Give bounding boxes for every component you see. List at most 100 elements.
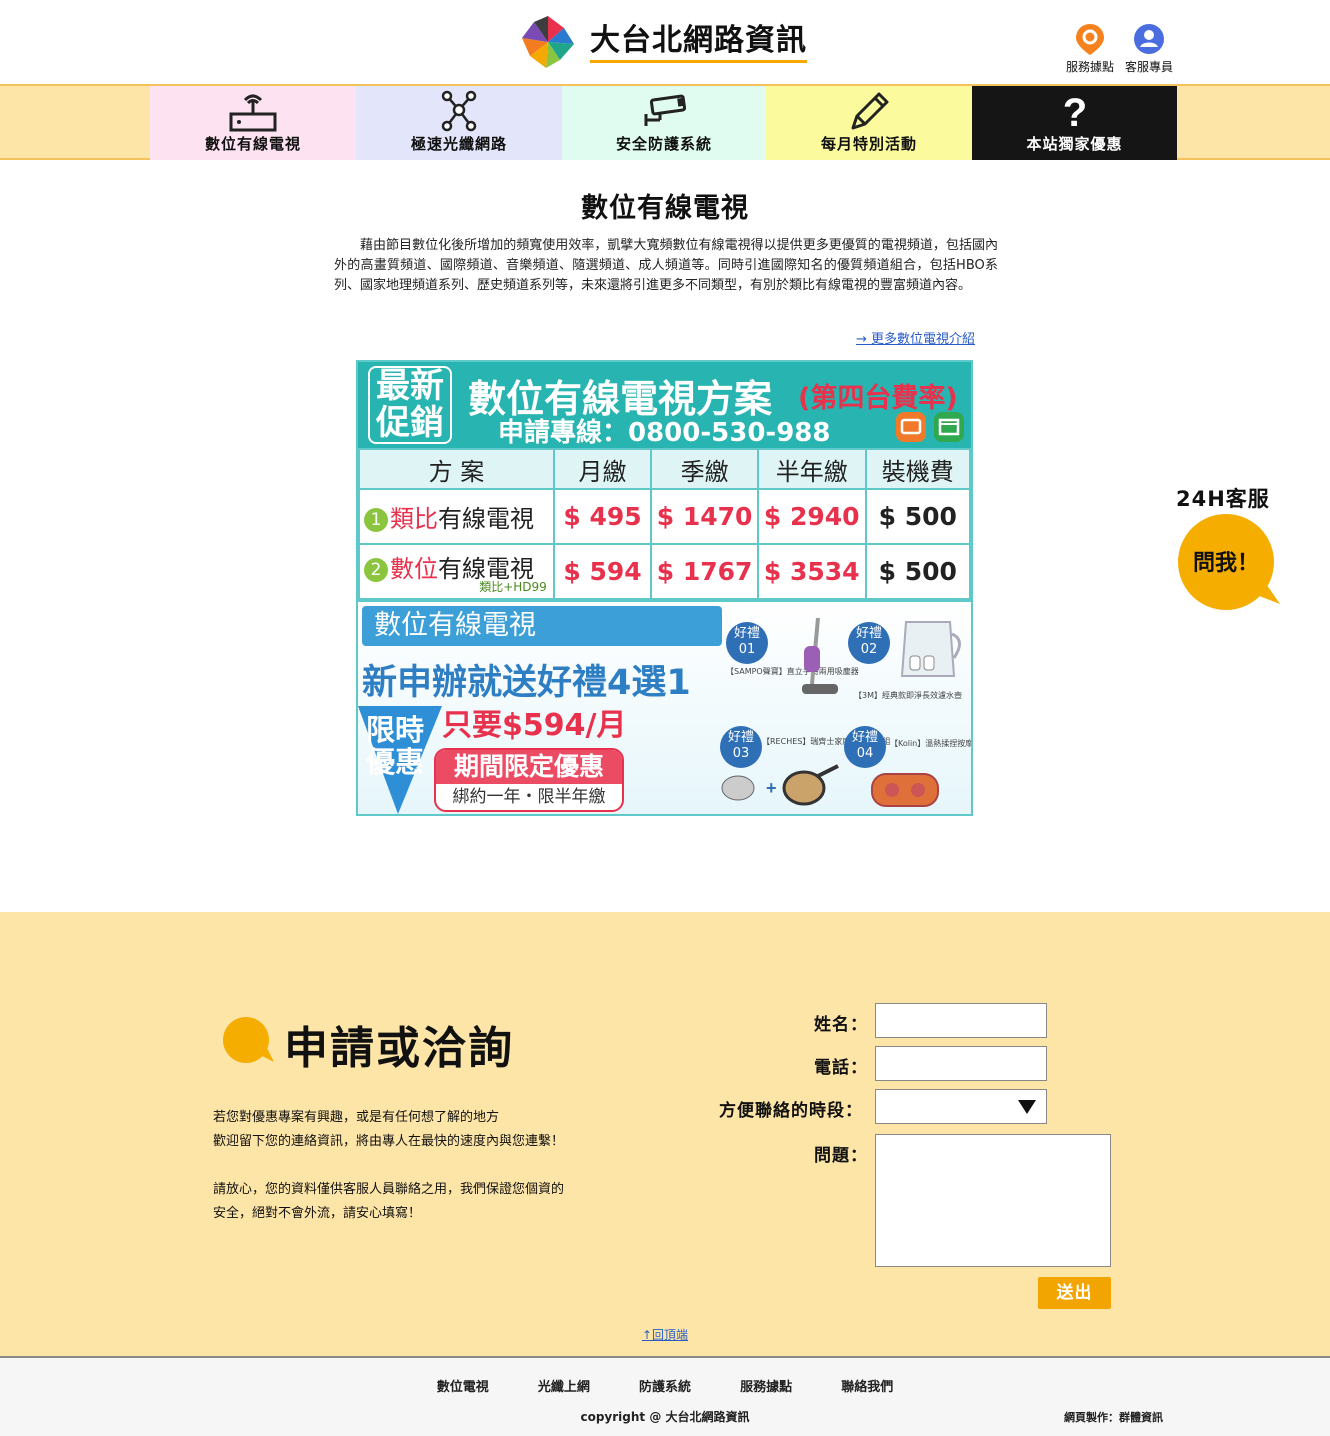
contact-time-select[interactable]: [875, 1089, 1047, 1124]
contact-paragraph: 請放心，您的資料僅供客服人員聯絡之用，我們保證您個資的 安全，絕對不會外流，請安…: [213, 1178, 564, 1226]
footer-nav: 數位電視 光纖上網 防護系統 服務據點 聯絡我們: [0, 1376, 1330, 1395]
gift-caption: 【3M】經典款即淨長效濾水壺: [854, 691, 962, 700]
footer-link-digital-tv[interactable]: 數位電視: [437, 1376, 489, 1395]
gift-badge: 好禮04: [844, 726, 886, 768]
nav-label-monthly-events: 每月特別活動: [820, 135, 917, 153]
service-locations-label: 服務據點: [1065, 60, 1114, 74]
question-icon: ?: [1062, 91, 1086, 134]
nav-item-fiber-network[interactable]: 極速光纖網路: [356, 86, 562, 160]
site-header: 大台北網路資訊 服務據點 客服專員: [0, 0, 1330, 84]
plan-name: 2 數位有線電視 類比+HD99: [358, 543, 555, 600]
price-quarterly: $ 1767: [650, 543, 759, 600]
chat-ask-me-button[interactable]: 問我！: [1176, 545, 1276, 577]
customer-service-label: 客服專員: [1124, 60, 1173, 74]
contact-description: 若您對優惠專案有興趣，或是有任何想了解的地方 歡迎留下您的連絡資訊，將由專人在最…: [213, 1106, 564, 1250]
main-nav: 數位有線電視 極速光纖網路 安全防護系統 每月特別活動 ? 本站獨家優惠: [150, 86, 1177, 160]
main-navbar: 數位有線電視 極速光纖網路 安全防護系統 每月特別活動 ? 本站獨家優惠: [0, 84, 1330, 160]
plan-number-badge: 2: [364, 557, 388, 582]
nav-label-security-system: 安全防護系統: [615, 135, 712, 153]
more-digital-tv-link[interactable]: → 更多數位電視介紹: [856, 328, 975, 347]
table-row: 1 類比有線電視 $ 495 $ 1470 $ 2940 $ 500: [358, 488, 971, 545]
price-monthly: $ 594: [552, 543, 653, 600]
user-icon: [1134, 24, 1164, 54]
price-half-year: $ 2940: [756, 488, 867, 545]
plan-name-highlight: 數位: [390, 554, 438, 583]
svg-text:+: +: [766, 778, 777, 798]
phone-label: 電話：: [814, 1058, 868, 1078]
site-logo[interactable]: 大台北網路資訊: [520, 14, 820, 70]
footer-link-locations[interactable]: 服務據點: [740, 1376, 792, 1395]
promo-banner[interactable]: 最新 促銷 數位有線電視方案 (第四台費率) 申請專線：0800-530-988…: [356, 360, 973, 816]
name-field[interactable]: [875, 1003, 1047, 1038]
router-icon: [229, 94, 277, 132]
gift-title: 數位有線電視: [362, 606, 722, 646]
phone-field[interactable]: [875, 1046, 1047, 1081]
col-plan: 方 案: [358, 448, 555, 490]
limited-label-2: 優惠: [366, 745, 425, 779]
gift-headline: 新申辦就送好禮4選1: [362, 663, 691, 703]
plan-name-highlight: 類比: [390, 505, 438, 533]
contact-section: [0, 912, 1330, 1358]
period-title: 期間限定優惠: [436, 750, 622, 784]
customer-service-link[interactable]: 客服專員: [1121, 22, 1177, 75]
intro-paragraph: 藉由節目數位化後所增加的頻寬使用效率，凱擘大寬頻數位有線電視得以提供更多更優質的…: [334, 238, 998, 293]
contact-time-label: 方便聯絡的時段：: [719, 1101, 863, 1121]
col-quarterly: 季繳: [650, 448, 759, 490]
svg-text:?: ?: [1062, 91, 1086, 134]
nav-item-exclusive-offers[interactable]: ? 本站獨家優惠: [972, 86, 1177, 160]
back-to-top-link[interactable]: ↑回頂端: [0, 1326, 1330, 1343]
chat-24h-title: 24H客服: [1176, 487, 1270, 511]
camera-icon: [644, 94, 687, 126]
contact-line: 請放心，您的資料僅供客服人員聯絡之用，我們保證您個資的: [213, 1182, 565, 1197]
gift-badge: 好禮02: [848, 622, 890, 664]
network-icon: [441, 90, 477, 132]
price-table-header: 方 案 月繳 季繳 半年繳 裝機費: [358, 448, 971, 490]
col-half-year: 半年繳: [756, 448, 867, 490]
nav-item-monthly-events[interactable]: 每月特別活動: [766, 86, 972, 160]
price-monthly: $ 495: [552, 488, 653, 545]
promo-badge-line2: 促銷: [376, 403, 444, 443]
gift-badge: 好禮01: [726, 622, 768, 664]
water-pitcher-icon: [900, 621, 961, 677]
name-label: 姓名：: [814, 1015, 868, 1035]
cookware-icon: +: [721, 764, 839, 806]
pinwheel-logo-icon: [522, 16, 574, 68]
col-install: 裝機費: [864, 448, 971, 490]
limited-label-1: 限時: [366, 713, 425, 747]
location-pin-icon: [1076, 24, 1104, 55]
nav-item-digital-tv[interactable]: 數位有線電視: [150, 86, 356, 160]
plan-name-rest: 有線電視: [438, 505, 534, 533]
tv-icon: [896, 412, 926, 442]
film-icon: [934, 412, 964, 442]
price-table: 方 案 月繳 季繳 半年繳 裝機費 1 類比有線電視 $ 495 $ 1470 $…: [358, 448, 971, 600]
page-title: 數位有線電視: [581, 193, 749, 224]
vacuum-cleaner-icon: [802, 617, 838, 694]
contact-title: 申請或洽詢: [284, 1023, 514, 1074]
question-field[interactable]: [875, 1134, 1111, 1267]
promo-header: 最新 促銷 數位有線電視方案 (第四台費率) 申請專線：0800-530-988: [358, 362, 971, 448]
nav-label-fiber-network: 極速光纖網路: [410, 135, 507, 153]
site-name: 大台北網路資訊: [590, 24, 807, 63]
gift-caption: 【Kolin】溫熱揉捏按摩器: [890, 739, 973, 748]
footer-link-fiber[interactable]: 光纖上網: [538, 1376, 590, 1395]
contact-line: 歡迎留下您的連絡資訊，將由專人在最快的速度內與您連繫！: [213, 1134, 565, 1149]
speech-bubble-icon: [223, 1017, 274, 1063]
gift-section: 數位有線電視 新申辦就送好禮4選1 限時 優惠 只要$594/月 期間限定優惠 …: [358, 600, 973, 814]
col-monthly: 月繳: [552, 448, 653, 490]
period-subtitle: 綁約一年・限半年繳: [452, 787, 606, 807]
price-half-year: $ 3534: [756, 543, 867, 600]
plan-number-badge: 1: [364, 508, 388, 532]
nav-label-exclusive-offers: 本站獨家優惠: [1026, 135, 1123, 153]
gift-price: 只要$594/月: [442, 708, 627, 743]
contact-line: 若您對優惠專案有興趣，或是有任何想了解的地方: [213, 1110, 500, 1125]
limited-label: 限時 優惠: [366, 714, 424, 778]
footer-link-security[interactable]: 防護系統: [639, 1376, 691, 1395]
price-install: $ 500: [864, 543, 971, 600]
period-box: 期間限定優惠 綁約一年・限半年繳: [434, 748, 624, 812]
chevron-down-icon: [1018, 1100, 1036, 1114]
contact-line: 安全，絕對不會外流，請安心填寫！: [213, 1206, 422, 1221]
footer-link-contact[interactable]: 聯絡我們: [841, 1376, 893, 1395]
service-locations-link[interactable]: 服務據點: [1062, 22, 1118, 75]
submit-button[interactable]: 送出: [1038, 1277, 1111, 1309]
nav-item-security-system[interactable]: 安全防護系統: [562, 86, 766, 160]
